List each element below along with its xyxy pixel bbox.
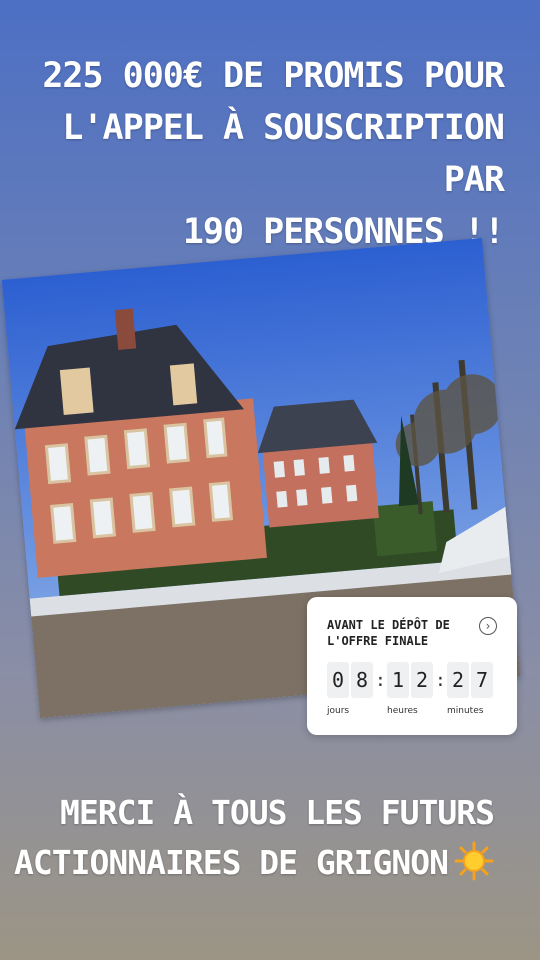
countdown-title: AVANT LE DÉPÔT DE L'OFFRE FINALE xyxy=(327,617,467,649)
separator: : xyxy=(435,669,446,691)
countdown-labels: jours heures minutes xyxy=(327,706,497,720)
days-digit-2: 8 xyxy=(351,662,373,698)
footer-line-2-wrap: ACTIONNAIRES DE GRIGNON xyxy=(14,838,494,888)
hours-digit-2: 2 xyxy=(411,662,433,698)
countdown-sticker[interactable]: AVANT LE DÉPÔT DE L'OFFRE FINALE › 0 8 :… xyxy=(307,597,517,735)
headline: 225 000€ DE PROMIS POUR L'APPEL À SOUSCR… xyxy=(14,50,505,258)
minutes-digit-1: 2 xyxy=(447,662,469,698)
countdown-title-line-2: L'OFFRE FINALE xyxy=(327,634,429,648)
sun-icon xyxy=(454,841,494,881)
chevron-right-circle-icon[interactable]: › xyxy=(479,617,497,635)
label-days: jours xyxy=(327,706,350,716)
headline-line-2: L'APPEL À SOUSCRIPTION PAR xyxy=(62,108,505,200)
footer-line-1: MERCI À TOUS LES FUTURS xyxy=(60,793,495,832)
countdown-title-line-1: AVANT LE DÉPÔT DE xyxy=(327,618,450,632)
label-hours: heures xyxy=(387,706,418,716)
minutes-digit-2: 7 xyxy=(471,662,493,698)
days-digit-1: 0 xyxy=(327,662,349,698)
footer-message: MERCI À TOUS LES FUTURS ACTIONNAIRES DE … xyxy=(14,788,495,888)
label-minutes: minutes xyxy=(447,706,484,716)
hours-digit-1: 1 xyxy=(387,662,409,698)
headline-line-1: 225 000€ DE PROMIS POUR xyxy=(42,56,505,96)
separator: : xyxy=(375,669,386,691)
countdown-digits: 0 8 : 1 2 : 2 7 xyxy=(327,662,495,698)
footer-line-2: ACTIONNAIRES DE GRIGNON xyxy=(14,843,449,882)
